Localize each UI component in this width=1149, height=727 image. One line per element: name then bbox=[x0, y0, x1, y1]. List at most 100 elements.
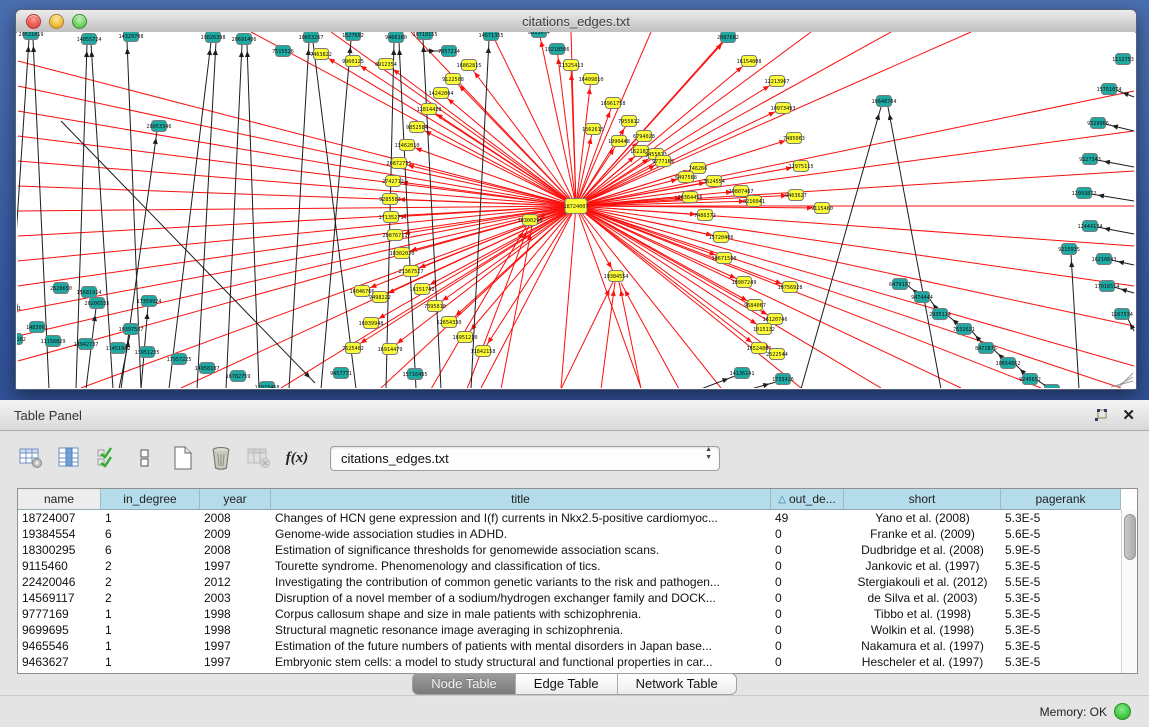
table-row[interactable]: 911546021997Tourette syndrome. Phenomeno… bbox=[18, 558, 1137, 574]
graph-node-label: 14329708 bbox=[119, 34, 144, 40]
cell: 0 bbox=[771, 574, 844, 590]
cell: 0 bbox=[771, 654, 844, 670]
cell: 0 bbox=[771, 590, 844, 606]
tab-network-table[interactable]: Network Table bbox=[618, 673, 737, 695]
table-row[interactable]: 2242004622012Investigating the contribut… bbox=[18, 574, 1137, 590]
select-column-icon[interactable] bbox=[56, 445, 82, 471]
memory-ok-indicator bbox=[1114, 703, 1131, 720]
graph-node-label: 1562615 bbox=[582, 127, 604, 133]
column-header-out_de[interactable]: △out_de... bbox=[771, 489, 844, 510]
graph-node-label: 2620650 bbox=[50, 286, 72, 292]
cell: 0 bbox=[771, 638, 844, 654]
cell: 1998 bbox=[200, 606, 271, 622]
table-row[interactable]: 1938455462009Genome-wide association stu… bbox=[18, 526, 1137, 542]
graph-node-label: 9960125 bbox=[342, 59, 364, 65]
delete-table-icon[interactable] bbox=[246, 445, 272, 471]
table-row[interactable]: 1872400712008Changes of HCN gene express… bbox=[18, 510, 1137, 526]
graph-node-label: 8216041 bbox=[743, 199, 765, 205]
graph-node-label: 21367527 bbox=[399, 269, 424, 275]
graph-node-label: 6497568 bbox=[675, 175, 697, 181]
graph-node-label: 18300295 bbox=[518, 218, 543, 224]
table-selector-dropdown[interactable]: citations_edges.txt ▲▼ bbox=[330, 446, 720, 471]
cell: Dudbridge et al. (2008) bbox=[844, 542, 1001, 558]
cell: 0 bbox=[771, 606, 844, 622]
graph-node-label: 18907249 bbox=[732, 280, 757, 286]
table-row[interactable]: 969969511998Structural magnetic resonanc… bbox=[18, 622, 1137, 638]
graph-node-label: 16151742 bbox=[410, 287, 435, 293]
tab-edge-table[interactable]: Edge Table bbox=[516, 673, 618, 695]
graph-node-label: 15720406 bbox=[709, 235, 734, 241]
table-toolbar: f(x) citations_edges.txt ▲▼ bbox=[18, 442, 720, 474]
table-row[interactable]: 946554611997Estimation of the future num… bbox=[18, 638, 1137, 654]
graph-node-label: 12654330 bbox=[437, 320, 462, 326]
citation-graph[interactable]: 1686281591225081424200412814428985258413… bbox=[17, 32, 1135, 388]
column-header-pagerank[interactable]: pagerank bbox=[1001, 489, 1121, 510]
cell: 5.9E-5 bbox=[1001, 542, 1121, 558]
new-document-icon[interactable] bbox=[170, 445, 196, 471]
table-row[interactable]: 1456911722003Disruption of a novel membe… bbox=[18, 590, 1137, 606]
graph-node-label: 9684067 bbox=[744, 303, 766, 309]
scrollbar-thumb[interactable] bbox=[1124, 514, 1136, 560]
cell: Nakamura et al. (1997) bbox=[844, 638, 1001, 654]
table-body: 1872400712008Changes of HCN gene express… bbox=[18, 510, 1137, 670]
cell: 1 bbox=[101, 638, 200, 654]
graph-node-label: 11451942 bbox=[106, 346, 131, 352]
table-settings-icon[interactable] bbox=[18, 445, 44, 471]
graph-node-label: 2316801 bbox=[17, 306, 21, 312]
graph-node-label: 19384554 bbox=[604, 274, 629, 280]
column-header-year[interactable]: year bbox=[200, 489, 271, 510]
graph-node-label: 12814428 bbox=[417, 107, 442, 113]
graph-node-label: 16648784 bbox=[872, 99, 897, 105]
table-row[interactable]: 977716911998Corpus callosum shape and si… bbox=[18, 606, 1137, 622]
cell: 49 bbox=[771, 510, 844, 526]
graph-node-label: 10719155 bbox=[413, 32, 438, 38]
close-panel-icon[interactable]: ✕ bbox=[1122, 408, 1135, 423]
graph-node-label: 14055724 bbox=[77, 37, 102, 43]
column-header-title[interactable]: title bbox=[271, 489, 771, 510]
graph-node-label: 18302020 bbox=[390, 251, 415, 257]
cell: 5.6E-5 bbox=[1001, 526, 1121, 542]
cell: 0 bbox=[771, 526, 844, 542]
cell: 2009 bbox=[200, 526, 271, 542]
cell: 5.3E-5 bbox=[1001, 606, 1121, 622]
column-header-name[interactable]: name bbox=[18, 489, 101, 510]
table-vertical-scrollbar[interactable] bbox=[1121, 510, 1137, 673]
graph-node-label: 9215935 bbox=[1058, 247, 1080, 253]
graph-node-label: 28053346 bbox=[147, 124, 172, 130]
graph-node-label: 17016514 bbox=[1095, 284, 1120, 290]
graph-node-label: 12213967 bbox=[765, 79, 790, 85]
column-label: year bbox=[223, 492, 246, 506]
table-row[interactable]: 1830029562008Estimation of significance … bbox=[18, 542, 1137, 558]
cell: 2008 bbox=[200, 510, 271, 526]
float-panel-icon[interactable] bbox=[1094, 409, 1108, 422]
graph-node-label: 16039948 bbox=[359, 321, 384, 327]
graph-node-label: 9245652 bbox=[1019, 377, 1041, 383]
graph-node-label: 3915162 bbox=[17, 337, 26, 343]
memory-status-label: Memory: OK bbox=[1040, 705, 1107, 719]
function-icon[interactable]: f(x) bbox=[284, 445, 310, 471]
delete-trash-icon[interactable] bbox=[208, 445, 234, 471]
column-header-in_degree[interactable]: in_degree bbox=[101, 489, 200, 510]
graph-node-label: 2522544 bbox=[766, 352, 788, 358]
cell: Genome-wide association studies in ADHD. bbox=[271, 526, 771, 542]
tab-node-table[interactable]: Node Table bbox=[412, 673, 516, 695]
cell: Changes of HCN gene expression and I(f) … bbox=[271, 510, 771, 526]
cell: 1 bbox=[101, 654, 200, 670]
network-canvas[interactable]: 1686281591225081424200412814428985258413… bbox=[17, 32, 1135, 388]
window-titlebar[interactable]: citations_edges.txt bbox=[16, 10, 1136, 33]
row-height-icon[interactable] bbox=[132, 445, 158, 471]
column-header-short[interactable]: short bbox=[844, 489, 1001, 510]
cell: Tibbo et al. (1998) bbox=[844, 606, 1001, 622]
graph-node-label: 16914479 bbox=[378, 347, 403, 353]
graph-node-label: 13462010 bbox=[395, 143, 420, 149]
graph-node-label: 7485063 bbox=[783, 136, 805, 142]
cell: 5.3E-5 bbox=[1001, 558, 1121, 574]
graph-node-label: 16409810 bbox=[579, 77, 604, 83]
cell: Tourette syndrome. Phenomenology and cla… bbox=[271, 558, 771, 574]
select-all-check-icon[interactable] bbox=[94, 445, 120, 471]
cell: Yano et al. (2008) bbox=[844, 510, 1001, 526]
table-panel-title: Table Panel bbox=[14, 408, 82, 423]
graph-node-label: 16154808 bbox=[737, 59, 762, 65]
graph-node-label: 1990448 bbox=[608, 139, 630, 145]
table-row[interactable]: 946362711997Embryonic stem cells: a mode… bbox=[18, 654, 1137, 670]
